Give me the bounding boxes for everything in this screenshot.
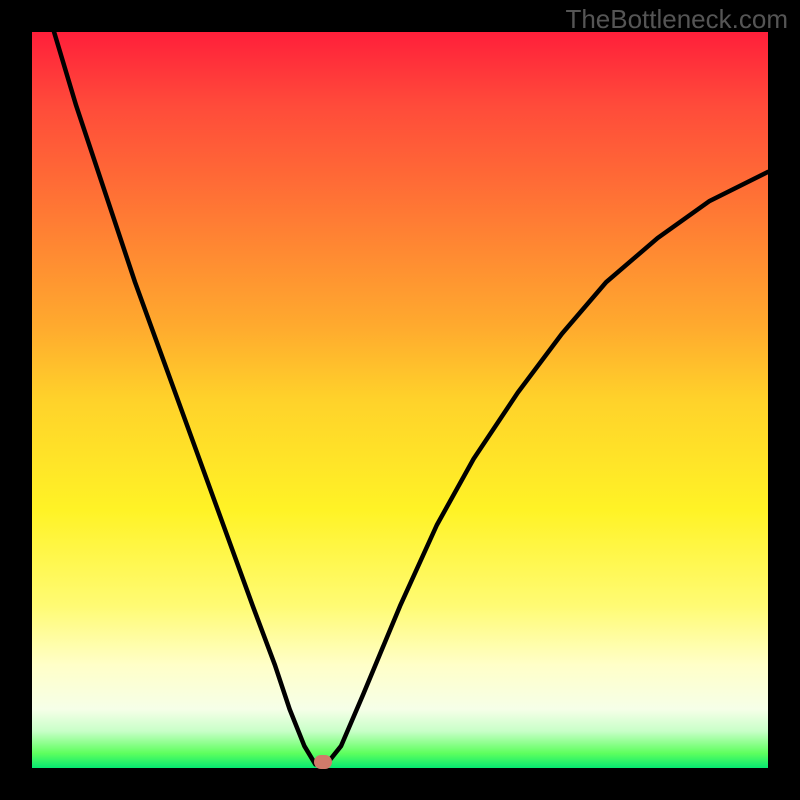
curve-svg: [32, 32, 768, 768]
bottleneck-curve: [54, 32, 768, 764]
optimal-point-marker: [314, 755, 332, 769]
watermark-text: TheBottleneck.com: [565, 4, 788, 35]
chart-frame: TheBottleneck.com: [0, 0, 800, 800]
plot-area: [32, 32, 768, 768]
